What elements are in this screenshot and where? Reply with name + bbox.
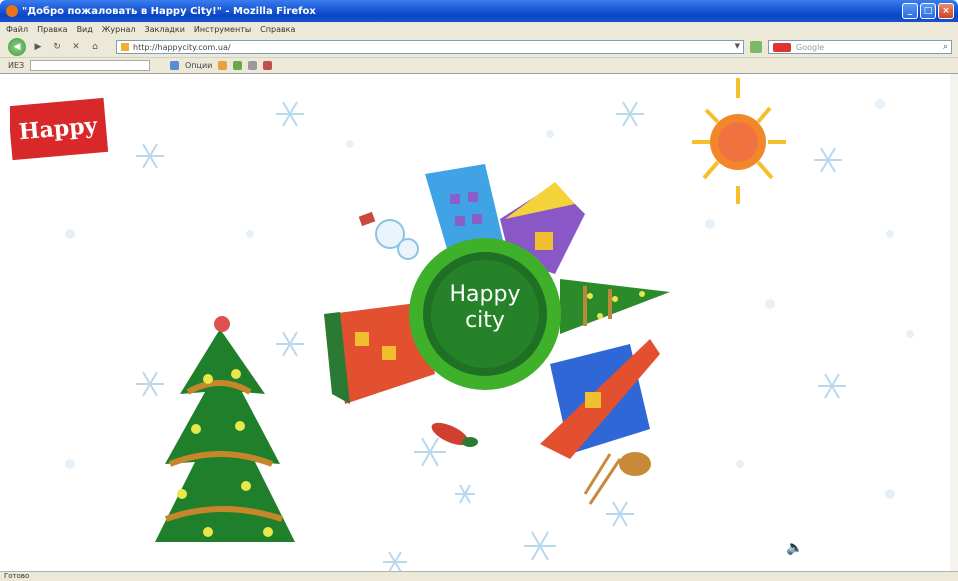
tree-icon bbox=[155, 316, 295, 542]
sound-icon[interactable]: 🔈 bbox=[786, 540, 803, 556]
search-engine-icon[interactable] bbox=[773, 42, 791, 52]
minimize-button[interactable]: _ bbox=[902, 3, 918, 19]
search-placeholder: Google bbox=[796, 42, 825, 52]
toolbar-icon-group: Опции bbox=[170, 61, 273, 70]
status-bar: Готово bbox=[0, 571, 958, 581]
cat-icon bbox=[583, 452, 651, 505]
window-title: "Добро пожаловать в Happy City!" - Mozil… bbox=[22, 5, 316, 17]
menu-view[interactable]: Вид bbox=[77, 25, 93, 34]
go-button[interactable] bbox=[750, 41, 762, 53]
menu-bookmarks[interactable]: Закладки bbox=[144, 25, 184, 34]
toolbar-button-icon[interactable] bbox=[248, 61, 258, 70]
toolbar-button-icon[interactable] bbox=[263, 61, 273, 70]
search-icon[interactable]: ⌕ bbox=[943, 42, 948, 52]
menu-edit[interactable]: Правка bbox=[37, 25, 67, 34]
home-icon[interactable]: ⌂ bbox=[88, 40, 102, 54]
menu-history[interactable]: Журнал bbox=[102, 25, 136, 34]
planet-title-line1: Happy bbox=[449, 282, 521, 307]
forward-icon[interactable]: ▶ bbox=[31, 40, 45, 54]
status-text: Готово bbox=[4, 572, 30, 580]
sun-icon bbox=[692, 78, 786, 204]
menu-help[interactable]: Справка bbox=[260, 25, 295, 34]
firefox-icon bbox=[6, 5, 18, 17]
toolbar-search-field[interactable] bbox=[30, 60, 151, 71]
snowman-icon bbox=[358, 211, 419, 260]
navigation-toolbar: ◀ ▶ ↻ ✕ ⌂ http://happycity.com.ua/ ▼ Goo… bbox=[0, 36, 958, 58]
search-input[interactable]: Google ⌕ bbox=[768, 40, 952, 54]
stop-icon[interactable]: ✕ bbox=[69, 40, 83, 54]
url-input[interactable]: http://happycity.com.ua/ ▼ bbox=[116, 40, 744, 54]
page-content: Happy Happy city 🔈 bbox=[10, 74, 958, 571]
close-button[interactable]: × bbox=[938, 3, 954, 19]
chevron-down-icon[interactable]: ▼ bbox=[735, 42, 740, 50]
planet-title-line2: city bbox=[465, 308, 505, 333]
url-text: http://happycity.com.ua/ bbox=[133, 42, 231, 52]
extra-toolbar: ИЕЗ Опции bbox=[0, 58, 958, 74]
favicon-icon bbox=[121, 43, 129, 51]
toolbar-button-icon[interactable] bbox=[170, 61, 179, 70]
title-bar: "Добро пожаловать в Happy City!" - Mozil… bbox=[0, 0, 958, 22]
back-icon[interactable]: ◀ bbox=[8, 37, 26, 56]
menu-bar: Файл Правка Вид Журнал Закладки Инструме… bbox=[0, 22, 958, 36]
house-blue-bottom bbox=[540, 339, 660, 459]
reload-icon[interactable]: ↻ bbox=[50, 40, 64, 54]
planet-title[interactable]: Happy city bbox=[430, 282, 540, 334]
happy-logo[interactable]: Happy bbox=[10, 97, 109, 161]
tree-icon bbox=[560, 279, 670, 334]
maximize-button[interactable]: □ bbox=[920, 3, 936, 19]
toolbar-button-icon[interactable] bbox=[218, 61, 228, 70]
toolbar-label: ИЕЗ bbox=[8, 61, 25, 70]
bird-icon bbox=[431, 422, 478, 447]
toolbar-button-icon[interactable] bbox=[233, 61, 243, 70]
menu-tools[interactable]: Инструменты bbox=[194, 25, 251, 34]
menu-file[interactable]: Файл bbox=[6, 25, 28, 34]
scrollbar[interactable] bbox=[950, 74, 958, 571]
window-controls: _ □ × bbox=[902, 3, 954, 19]
toolbar-options-label[interactable]: Опции bbox=[185, 61, 212, 70]
